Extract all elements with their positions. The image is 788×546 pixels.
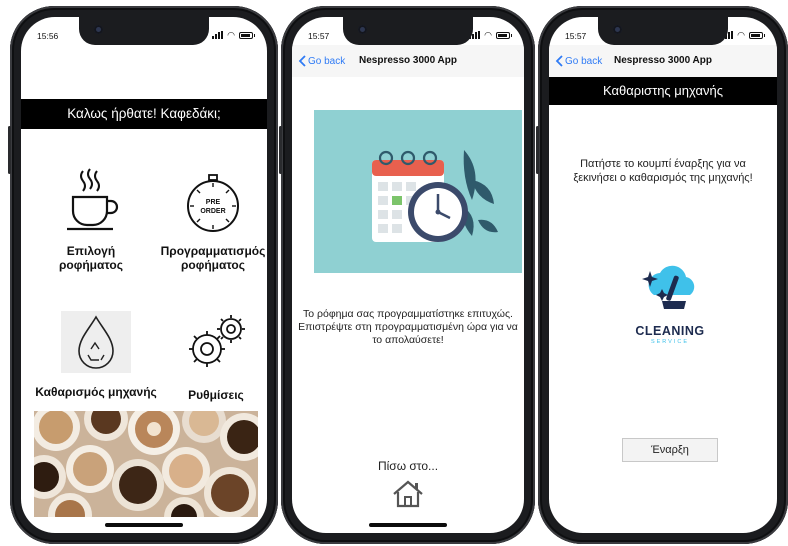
clean-icon-box <box>61 311 131 373</box>
pre-order-badge-line2: ORDER <box>200 208 225 215</box>
home-indicator[interactable] <box>105 523 183 527</box>
battery-icon <box>239 31 255 39</box>
schedule-confirmation-screen: 15:57 ◠ Go back Nespresso 3000 App Το ρό… <box>292 17 524 533</box>
tile-choose-drink[interactable]: Επιλογή ροφήματος <box>35 167 147 272</box>
cleaning-instruction: Πατήστε το κουμπί έναρξης για να ξεκινήσ… <box>573 158 753 184</box>
calendar-clock-illustration <box>314 110 522 273</box>
coffee-cups-photo <box>34 411 258 517</box>
camera <box>94 25 103 34</box>
tile-label: Καθαρισμός μηχανής <box>35 385 157 399</box>
status-icons: ◠ <box>212 30 255 40</box>
tile-label: Προγραμματισμός ροφήματος <box>160 244 266 272</box>
status-time: 15:56 <box>37 31 59 41</box>
pre-order-timer-icon: PRE ORDER <box>187 174 239 232</box>
nav-title: Nespresso 3000 App <box>358 55 457 66</box>
tile-settings[interactable]: Ρυθμίσεις <box>161 309 267 402</box>
wifi-icon: ◠ <box>737 30 745 40</box>
logo-subtext: SERVICE <box>650 339 690 345</box>
squeegee-bubbles-icon <box>642 265 695 309</box>
logo-text: CLEANING <box>635 324 705 338</box>
pre-order-badge-line1: PRE <box>206 199 221 206</box>
home-screen: 15:56 ◠ Καλως ήρθατε! Καφεδάκι; Επιλογή … <box>21 17 267 533</box>
water-drop-recycle-icon <box>78 315 114 369</box>
tile-label: Επιλογή ροφήματος <box>59 244 123 272</box>
calendar-clock-icon <box>372 150 498 242</box>
signal-icon <box>212 31 224 39</box>
status-icons: ◠ <box>469 30 512 40</box>
success-message: Το ρόφημα σας προγραμματίστηκε επιτυχώς.… <box>298 308 518 346</box>
tile-clean-machine[interactable]: Καθαρισμός μηχανής <box>31 311 161 399</box>
home-icon[interactable] <box>391 479 425 509</box>
cleaning-screen: 15:57 ◠ Go back Nespresso 3000 App Καθαρ… <box>549 17 777 533</box>
wifi-icon: ◠ <box>484 30 492 40</box>
notch <box>598 17 728 45</box>
notch <box>343 17 473 45</box>
back-to-label: Πίσω στο... <box>377 459 439 473</box>
status-time: 15:57 <box>308 31 330 41</box>
camera <box>613 25 622 34</box>
home-indicator[interactable] <box>369 523 447 527</box>
nav-bar: Go back Nespresso 3000 App <box>549 45 777 77</box>
gears-icon <box>189 315 245 367</box>
status-time: 15:57 <box>565 31 587 41</box>
camera <box>358 25 367 34</box>
phone-frame-cleaning: 15:57 ◠ Go back Nespresso 3000 App Καθαρ… <box>536 6 788 544</box>
phone-frame-home: 15:56 ◠ Καλως ήρθατε! Καφεδάκι; Επιλογή … <box>8 6 278 544</box>
wifi-icon: ◠ <box>227 30 235 40</box>
back-to-home-button[interactable]: Πίσω στο... <box>292 459 524 512</box>
battery-icon <box>749 31 765 39</box>
start-button[interactable]: Έναρξη <box>622 438 718 462</box>
battery-icon <box>496 31 512 39</box>
cleaning-header: Καθαριστης μηχανής <box>549 77 777 105</box>
nav-bar: Go back Nespresso 3000 App <box>292 45 524 77</box>
welcome-banner: Καλως ήρθατε! Καφεδάκι; <box>21 99 267 129</box>
cleaning-service-logo: CLEANING SERVICE <box>625 265 715 345</box>
coffee-cups-image <box>34 411 258 517</box>
tile-label: Ρυθμίσεις <box>188 388 244 402</box>
phone-frame-schedule-confirmation: 15:57 ◠ Go back Nespresso 3000 App Το ρό… <box>279 6 535 544</box>
tile-schedule-drink[interactable]: PRE ORDER Προγραμματισμός ροφήματος <box>153 173 267 272</box>
notch <box>79 17 209 45</box>
coffee-cup-icon <box>67 168 119 231</box>
nav-title: Nespresso 3000 App <box>613 55 712 66</box>
status-icons: ◠ <box>722 30 765 40</box>
